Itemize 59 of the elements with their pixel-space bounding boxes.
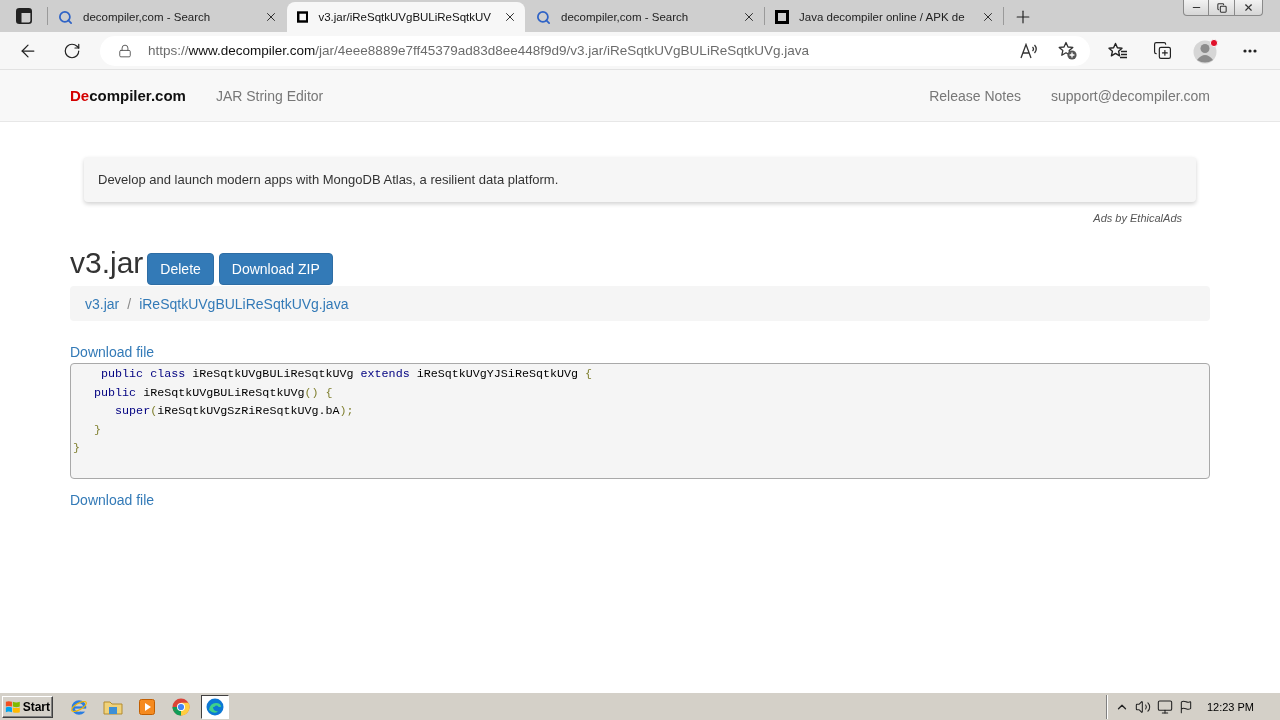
code-line: }	[93, 421, 102, 439]
nav-link[interactable]: JAR String Editor	[215, 87, 324, 104]
start-button[interactable]: Start	[2, 695, 53, 718]
action-button[interactable]: Download ZIP	[218, 253, 333, 285]
code-line: }	[73, 440, 80, 458]
address-bar[interactable]: https://www.decompiler.com/jar/4eee8889e7ff45379ad83d8ee448f9d9/v3.jar/iReSqtkUVgBULiReSqtkUVg.java	[100, 35, 1090, 66]
ad-attribution: Ads by EthicalAds	[1093, 212, 1182, 224]
download-file-link[interactable]: Download file	[70, 489, 155, 510]
close-window-button[interactable]	[1235, 0, 1263, 16]
collections-icon	[1152, 41, 1172, 60]
breadcrumb-link[interactable]: v3.jar	[85, 295, 120, 312]
reload-icon	[63, 41, 81, 60]
folder-icon	[103, 698, 123, 715]
code-line: public class iReSqtkUVgBULiReSqtkUVg extends iReSqtkUVgYJSiReSqtkUVg {	[100, 366, 593, 383]
tray-clock[interactable]: 12:23 PM	[1206, 700, 1254, 713]
close-icon	[742, 10, 756, 24]
code-line: public iReSqtkUVgBULiReSqtkUVg() {	[93, 384, 333, 402]
speaker-icon[interactable]	[1134, 698, 1151, 715]
window-panels-icon	[16, 8, 32, 24]
read-aloud-icon	[1020, 42, 1038, 59]
close-icon	[264, 10, 278, 24]
monitor-icon[interactable]	[1156, 698, 1173, 715]
more-icon	[1243, 48, 1257, 53]
brand-link[interactable]: Decompiler.com	[70, 87, 186, 104]
play-icon	[139, 698, 155, 715]
code-line: super(iReSqtkUVgSzRiReSqtkUVg.bA);	[114, 403, 354, 421]
search-icon	[58, 9, 73, 25]
windows-flag-icon	[5, 698, 21, 715]
ad-card[interactable]: Develop and launch modern apps with MongoDB Atlas, a resilient data platform.	[84, 157, 1196, 202]
avatar-icon	[1193, 37, 1219, 64]
close-icon	[503, 10, 517, 24]
lock-icon	[118, 43, 132, 58]
square-icon	[775, 10, 789, 24]
nav-link[interactable]: support@decompiler.com	[1051, 87, 1210, 104]
close-icon	[981, 10, 995, 24]
browser-tab[interactable]: v3.jar/iReSqtkUVgBULiReSqtkUV	[287, 2, 525, 32]
square-icon	[297, 10, 309, 24]
browser-tab[interactable]: decompiler,com - Search	[48, 2, 286, 32]
search-icon	[536, 9, 551, 25]
browser-tab[interactable]: Java decompiler online / APK de	[765, 2, 1003, 32]
nav-link[interactable]: Release Notes	[929, 87, 1022, 104]
minimize-button[interactable]	[1183, 0, 1209, 16]
breadcrumb-link[interactable]: iReSqtkUVgBULiReSqtkUVg.java	[139, 295, 349, 312]
flag-icon[interactable]	[1178, 699, 1193, 714]
page-title: v3.jar	[70, 246, 144, 279]
swirl-logo-icon	[206, 697, 224, 716]
ad-text: Develop and launch modern apps with MongoDB Atlas, a resilient data platform.	[98, 172, 559, 187]
round-logo-icon	[172, 697, 190, 716]
restore-icon	[1216, 2, 1227, 13]
download-file-link[interactable]: Download file	[70, 342, 155, 362]
star-list-icon	[1108, 41, 1128, 60]
star-plus-icon	[1057, 41, 1077, 60]
breadcrumb-separator: /	[127, 295, 132, 312]
browser-tab[interactable]: decompiler,com - Search	[526, 2, 764, 32]
close-icon	[1243, 2, 1254, 13]
restore-button[interactable]	[1209, 0, 1235, 16]
taskbar-app-button[interactable]	[201, 694, 229, 719]
action-button[interactable]: Delete	[147, 253, 214, 285]
e-logo-icon	[70, 697, 88, 716]
